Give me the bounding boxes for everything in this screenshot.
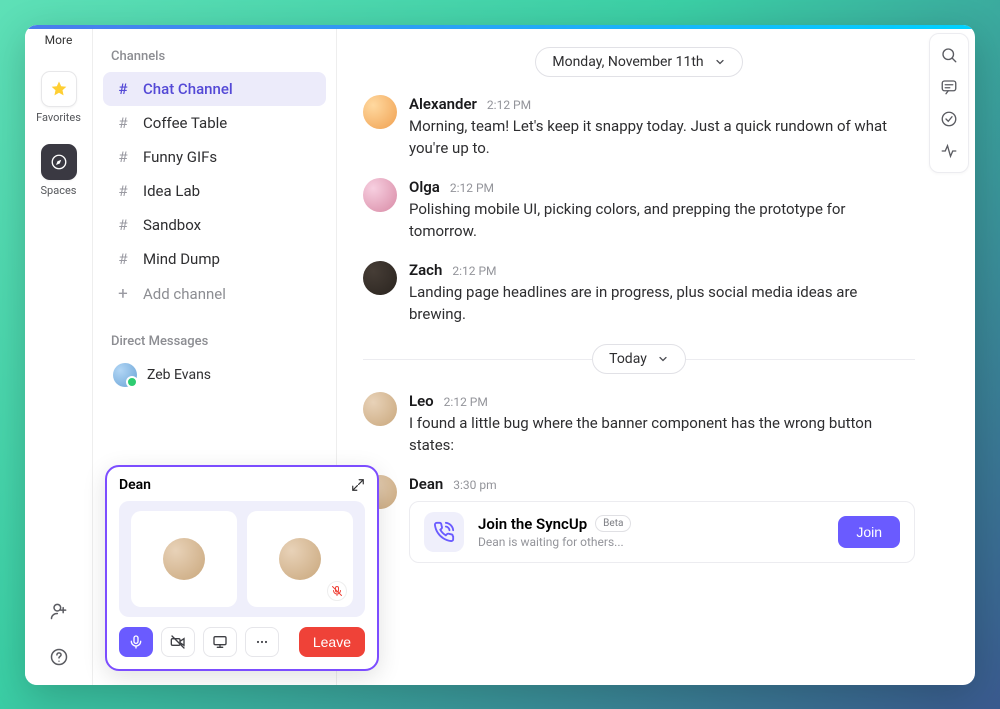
plus-icon: + — [115, 284, 131, 304]
rail-spaces-label: Spaces — [41, 184, 77, 197]
message-time: 2:12 PM — [452, 264, 496, 278]
hash-icon: # — [115, 148, 131, 166]
message-row: Zach 2:12 PM Landing page headlines are … — [363, 261, 915, 326]
message-author: Alexander — [409, 95, 477, 113]
dm-list: Zeb Evans — [103, 357, 326, 393]
date-label: Today — [609, 351, 647, 367]
channel-item-idea-lab[interactable]: # Idea Lab — [103, 174, 326, 208]
join-button[interactable]: Join — [838, 516, 900, 548]
channel-item-mind-dump[interactable]: # Mind Dump — [103, 242, 326, 276]
main-pane: Monday, November 11th Alexander 2:12 PM … — [337, 25, 975, 685]
mic-muted-icon — [327, 581, 347, 601]
channels-header: Channels — [111, 49, 326, 64]
check-circle-icon[interactable] — [938, 108, 960, 130]
chevron-down-icon — [714, 56, 726, 68]
hash-icon: # — [115, 182, 131, 200]
dm-item-zeb-evans[interactable]: Zeb Evans — [103, 357, 326, 393]
channel-item-sandbox[interactable]: # Sandbox — [103, 208, 326, 242]
channel-label: Mind Dump — [143, 250, 220, 268]
star-icon — [41, 71, 77, 107]
dm-label: Zeb Evans — [147, 367, 211, 383]
avatar — [363, 95, 397, 129]
hash-icon: # — [115, 250, 131, 268]
call-participants — [119, 501, 365, 617]
rail-bottom — [45, 597, 73, 671]
message-text: Polishing mobile UI, picking colors, and… — [409, 198, 915, 243]
message-time: 2:12 PM — [444, 395, 488, 409]
avatar — [279, 538, 321, 580]
participant-tile[interactable] — [247, 511, 353, 607]
left-rail: More Favorites Spaces — [25, 25, 93, 685]
hash-icon: # — [115, 80, 131, 98]
window-topbar — [25, 25, 975, 29]
right-rail — [929, 33, 969, 173]
rail-favorites-label: Favorites — [36, 111, 81, 124]
message-row: Dean 3:30 pm Join the SyncUp Beta De — [363, 475, 915, 563]
channel-label: Funny GIFs — [143, 148, 217, 166]
avatar — [163, 538, 205, 580]
channel-list: # Chat Channel # Coffee Table # Funny GI… — [103, 72, 326, 312]
rail-more[interactable]: More — [45, 33, 73, 47]
avatar — [363, 392, 397, 426]
message-author: Dean — [409, 475, 443, 493]
screenshare-button[interactable] — [203, 627, 237, 657]
mic-button[interactable] — [119, 627, 153, 657]
add-channel-label: Add channel — [143, 285, 226, 303]
message-time: 2:12 PM — [487, 98, 531, 112]
date-label: Monday, November 11th — [552, 54, 703, 70]
rail-favorites[interactable]: Favorites — [36, 71, 81, 124]
compass-icon — [41, 144, 77, 180]
expand-icon[interactable] — [351, 478, 365, 492]
channel-label: Chat Channel — [143, 80, 233, 98]
call-card-sub: Dean is waiting for others... — [478, 535, 824, 549]
dm-header: Direct Messages — [111, 334, 326, 349]
date-pill-2[interactable]: Today — [592, 344, 686, 374]
leave-button[interactable]: Leave — [299, 627, 365, 657]
avatar — [363, 178, 397, 212]
avatar — [113, 363, 137, 387]
more-button[interactable] — [245, 627, 279, 657]
channel-item-funny-gifs[interactable]: # Funny GIFs — [103, 140, 326, 174]
chat-scroll: Monday, November 11th Alexander 2:12 PM … — [337, 25, 975, 685]
comment-icon[interactable] — [938, 76, 960, 98]
call-card: Join the SyncUp Beta Dean is waiting for… — [409, 501, 915, 563]
channel-item-chat-channel[interactable]: # Chat Channel — [103, 72, 326, 106]
hash-icon: # — [115, 216, 131, 234]
channel-label: Coffee Table — [143, 114, 227, 132]
message-text: I found a little bug where the banner co… — [409, 412, 915, 457]
call-toolbar: Leave — [119, 627, 365, 657]
rail-spaces[interactable]: Spaces — [41, 144, 77, 197]
avatar — [363, 261, 397, 295]
date-divider: Today — [363, 344, 915, 374]
activity-icon[interactable] — [938, 140, 960, 162]
channel-item-coffee-table[interactable]: # Coffee Table — [103, 106, 326, 140]
channel-label: Sandbox — [143, 216, 201, 234]
call-widget-title: Dean — [119, 477, 151, 493]
camera-off-button[interactable] — [161, 627, 195, 657]
message-row: Olga 2:12 PM Polishing mobile UI, pickin… — [363, 178, 915, 243]
beta-badge: Beta — [595, 515, 631, 532]
message-row: Alexander 2:12 PM Morning, team! Let's k… — [363, 95, 915, 160]
date-pill-1[interactable]: Monday, November 11th — [535, 47, 742, 77]
message-row: Leo 2:12 PM I found a little bug where t… — [363, 392, 915, 457]
message-time: 3:30 pm — [453, 478, 496, 492]
channel-label: Idea Lab — [143, 182, 200, 200]
search-icon[interactable] — [938, 44, 960, 66]
message-author: Olga — [409, 178, 440, 196]
participant-tile[interactable] — [131, 511, 237, 607]
chevron-down-icon — [657, 353, 669, 365]
message-author: Leo — [409, 392, 434, 410]
call-card-title: Join the SyncUp — [478, 515, 587, 533]
message-text: Landing page headlines are in progress, … — [409, 281, 915, 326]
add-user-icon[interactable] — [45, 597, 73, 625]
call-widget: Dean — [105, 465, 379, 671]
help-icon[interactable] — [45, 643, 73, 671]
app-window: More Favorites Spaces Channels — [25, 25, 975, 685]
hash-icon: # — [115, 114, 131, 132]
message-time: 2:12 PM — [450, 181, 494, 195]
phone-icon — [424, 512, 464, 552]
message-text: Morning, team! Let's keep it snappy toda… — [409, 115, 915, 160]
message-author: Zach — [409, 261, 442, 279]
channel-add[interactable]: + Add channel — [103, 276, 326, 312]
